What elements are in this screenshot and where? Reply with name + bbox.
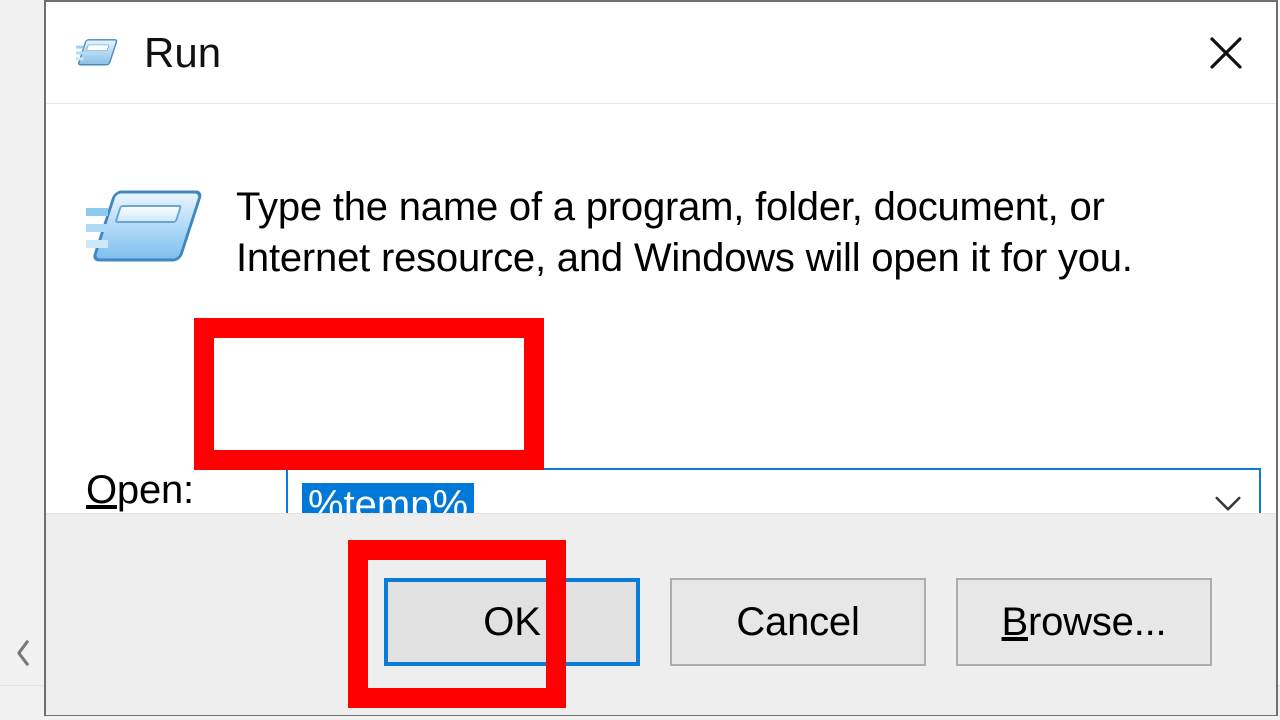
back-chevron-icon[interactable] bbox=[6, 636, 40, 670]
window-title: Run bbox=[144, 29, 221, 77]
run-dialog: Run bbox=[44, 0, 1278, 716]
hint-text: Type the name of a program, folder, docu… bbox=[236, 182, 1236, 284]
close-button[interactable] bbox=[1196, 23, 1256, 83]
cancel-button[interactable]: Cancel bbox=[670, 578, 926, 666]
left-panel bbox=[0, 0, 45, 720]
run-large-icon bbox=[86, 184, 206, 274]
browse-button[interactable]: Browse... bbox=[956, 578, 1212, 666]
titlebar: Run bbox=[46, 2, 1276, 104]
button-row: OK Cancel Browse... bbox=[46, 513, 1276, 715]
run-app-icon bbox=[76, 34, 120, 72]
highlight-open-field bbox=[194, 318, 544, 470]
ok-button[interactable]: OK bbox=[384, 578, 640, 666]
open-label: Open: bbox=[86, 468, 194, 513]
